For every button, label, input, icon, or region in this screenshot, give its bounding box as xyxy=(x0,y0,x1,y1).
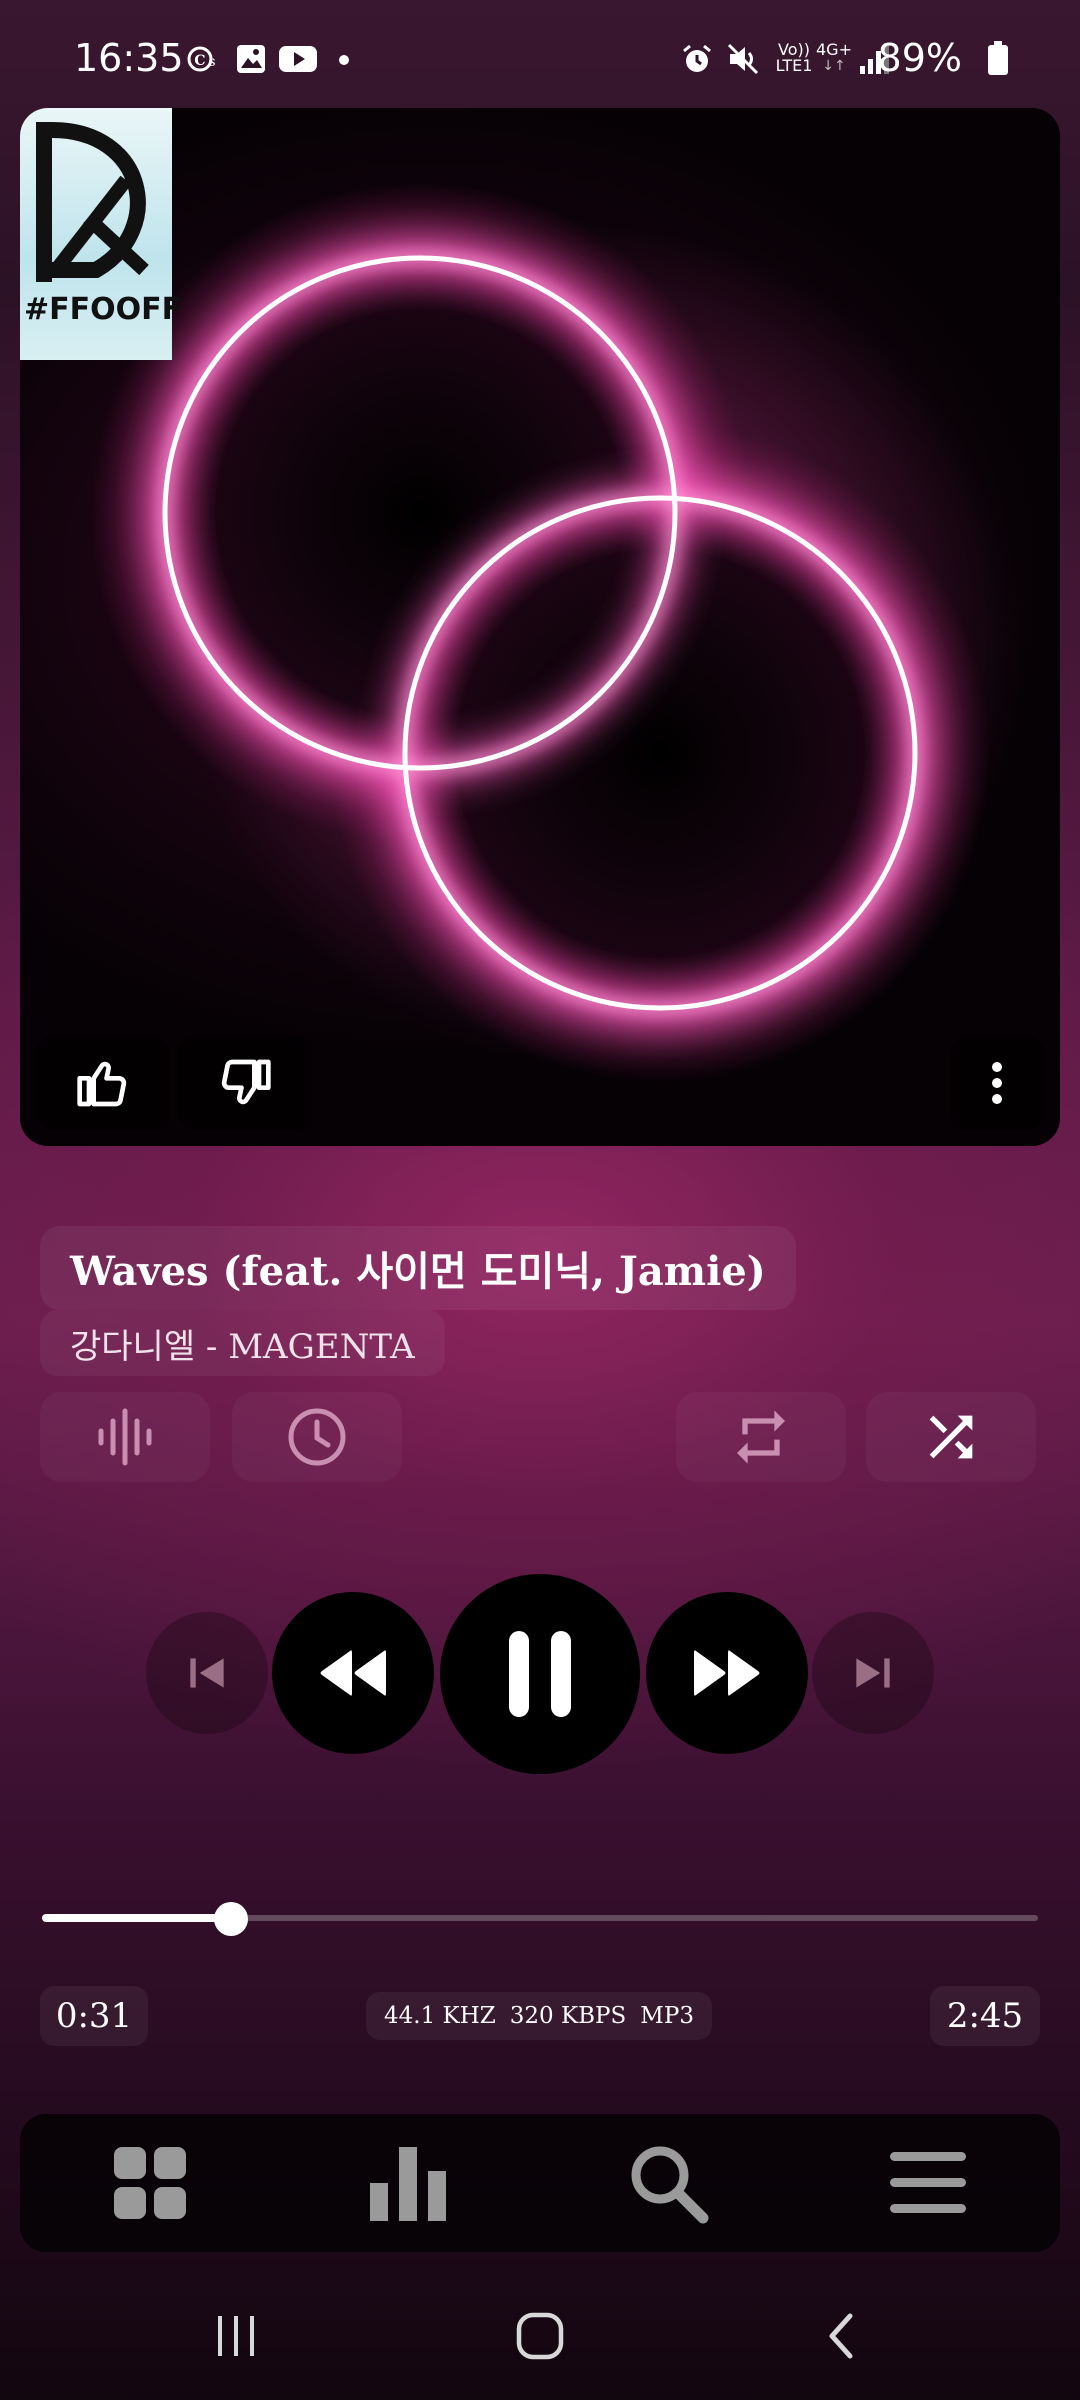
shuffle-button[interactable] xyxy=(866,1392,1036,1482)
thumbs-down-icon xyxy=(221,1059,271,1105)
skip-next-icon xyxy=(856,1658,890,1688)
elapsed-time: 0:31 xyxy=(40,1986,148,2046)
nav-search[interactable] xyxy=(538,2114,798,2252)
track-artist-album: 강다니엘 - MAGENTA xyxy=(70,1326,415,1367)
album-logo: #FFOOFF xyxy=(20,108,182,360)
data-arrows-icon: ↓↑ xyxy=(822,58,846,74)
pause-icon xyxy=(509,1631,571,1717)
home-icon xyxy=(516,2312,564,2360)
shuffle-icon xyxy=(929,1415,973,1459)
dislike-button[interactable] xyxy=(178,1036,312,1130)
battery-percent: 89% xyxy=(877,36,962,80)
nav-library[interactable] xyxy=(20,2114,280,2252)
fast-forward-icon xyxy=(694,1650,760,1696)
more-vert-icon xyxy=(992,1062,1002,1104)
timer-icon xyxy=(288,1408,346,1466)
waveform-button[interactable] xyxy=(40,1392,210,1482)
more-options-button[interactable] xyxy=(950,1036,1044,1130)
track-subtitle-container[interactable]: 강다니엘 - MAGENTA xyxy=(40,1310,445,1376)
nav-charts[interactable] xyxy=(278,2114,538,2252)
seek-bar-thumb[interactable] xyxy=(214,1902,249,1936)
status-bar: 16:35 C s Vo)) LTE1 4G+ ↓↑ 89% xyxy=(0,0,1080,110)
recent-apps-icon xyxy=(218,2316,254,2356)
news-notification-icon: C s xyxy=(187,46,216,72)
status-time: 16:35 xyxy=(74,36,184,80)
menu-icon xyxy=(890,2152,966,2213)
gallery-notification-icon xyxy=(237,45,265,73)
like-button[interactable] xyxy=(36,1036,170,1130)
back-icon xyxy=(829,2313,853,2359)
network-type-indicator: 4G+ ↓↑ xyxy=(814,40,854,75)
skip-previous-icon xyxy=(190,1658,224,1688)
lte-label: LTE1 xyxy=(775,56,813,75)
pause-button[interactable] xyxy=(440,1574,640,1774)
track-title: Waves (feat. 사이먼 도미닉, Jamie) xyxy=(70,1248,766,1295)
file-format: MP3 xyxy=(640,2003,694,2029)
grid-icon xyxy=(114,2147,186,2219)
repeat-button[interactable] xyxy=(676,1392,846,1482)
waveform-icon xyxy=(98,1408,152,1466)
k-logo-icon xyxy=(36,122,149,282)
track-title-container: Waves (feat. 사이먼 도미닉, Jamie) xyxy=(40,1226,796,1310)
network-type-label: 4G+ xyxy=(816,40,852,59)
battery-icon xyxy=(988,41,1008,75)
more-notifications-dot-icon xyxy=(339,55,349,65)
mute-icon xyxy=(727,43,759,75)
svg-text:C: C xyxy=(194,53,205,69)
repeat-icon xyxy=(737,1410,785,1464)
skip-next-button[interactable] xyxy=(812,1612,934,1734)
bottom-navigation xyxy=(20,2114,1060,2252)
system-navigation-bar xyxy=(0,2272,1080,2400)
album-logo-text: #FFOOFF xyxy=(24,292,183,327)
home-button[interactable] xyxy=(440,2272,640,2400)
back-button[interactable] xyxy=(742,2272,942,2400)
rewind-icon xyxy=(320,1650,386,1696)
bitrate: 320 KBPS xyxy=(509,2003,627,2029)
seek-bar-progress xyxy=(42,1914,232,1922)
nav-menu[interactable] xyxy=(798,2114,1058,2252)
svg-text:s: s xyxy=(208,54,215,70)
rewind-button[interactable] xyxy=(272,1592,434,1754)
skip-previous-button[interactable] xyxy=(146,1612,268,1734)
album-art-image xyxy=(90,183,990,1083)
sample-rate: 44.1 KHZ xyxy=(384,2003,496,2029)
volte-indicator: Vo)) LTE1 xyxy=(770,42,818,74)
total-duration: 2:45 xyxy=(930,1986,1040,2046)
youtube-notification-icon xyxy=(279,46,317,72)
audio-info: 44.1 KHZ 320 KBPS MP3 xyxy=(366,1992,712,2040)
recent-apps-button[interactable] xyxy=(136,2272,336,2400)
fast-forward-button[interactable] xyxy=(646,1592,808,1754)
alarm-icon xyxy=(683,44,711,72)
thumbs-up-icon xyxy=(77,1061,127,1107)
sleep-timer-button[interactable] xyxy=(232,1392,402,1482)
chart-icon xyxy=(370,2147,446,2221)
album-art[interactable]: #FFOOFF xyxy=(20,108,1060,1146)
search-icon xyxy=(631,2146,709,2224)
